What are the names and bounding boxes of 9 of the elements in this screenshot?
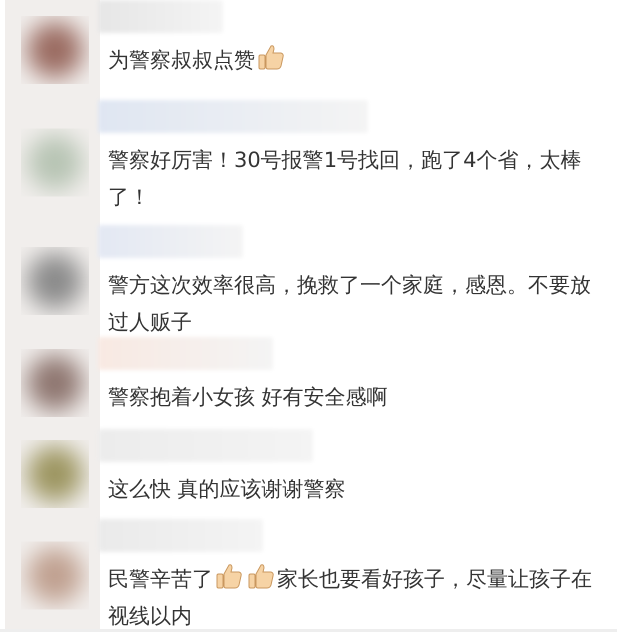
thumbs-up-icon — [215, 562, 243, 590]
comment-text: 这么快 真的应该谢谢警察 — [108, 476, 347, 503]
thumbs-up-icon — [247, 562, 275, 590]
comment-text: 警察抱着小女孩 好有安全感啊 — [108, 384, 389, 411]
comment-text: 为警察叔叔点赞 — [108, 42, 605, 79]
comment-text: 警察好厉害！30号报警1号找回，跑了4个省，太棒了！ — [108, 147, 582, 211]
thumbs-up-icon — [257, 43, 285, 71]
comment-text: 警方这次效率很高，挽救了一个家庭，感恩。不要放过人贩子 — [108, 272, 592, 336]
comment-text: 民警辛苦了 家长也要看好孩子，尽量让孩子在视线以内 — [108, 561, 605, 629]
